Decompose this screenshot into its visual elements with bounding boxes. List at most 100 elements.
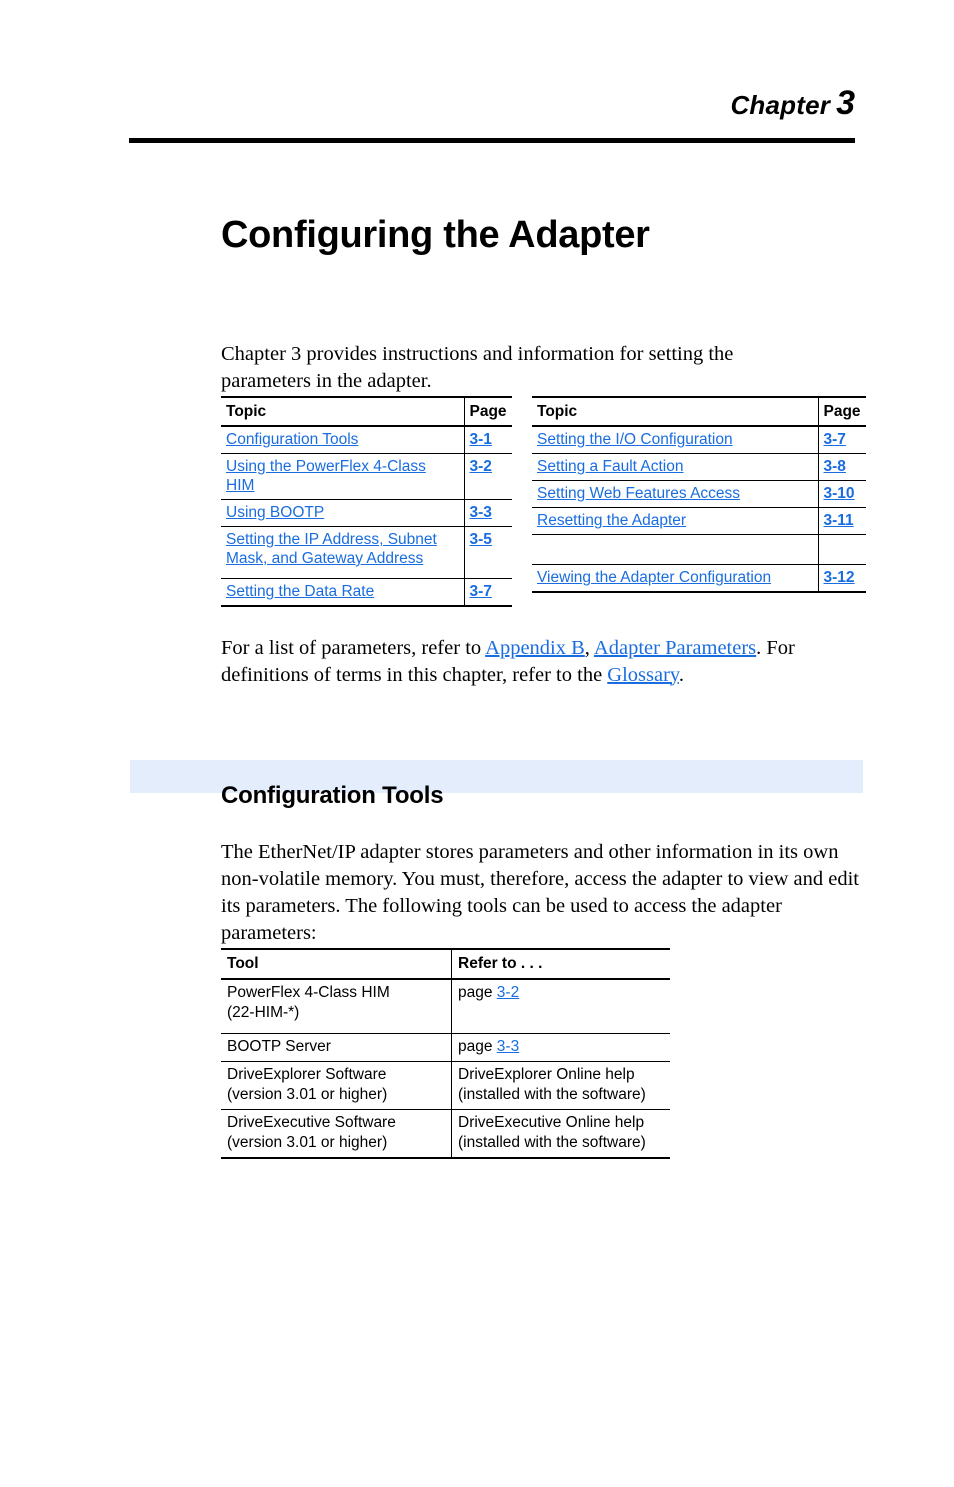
topic-link[interactable]: Resetting the Adapter [537, 512, 686, 529]
intro-paragraph: Chapter 3 provides instructions and info… [221, 342, 734, 392]
table-row: Setting the Data Rate 3-7 [221, 578, 512, 607]
topic-link[interactable]: Setting Web Features Access [537, 485, 740, 502]
table-row: PowerFlex 4-Class HIM (22-HIM-*) page 3-… [221, 979, 670, 1034]
tool-cell: DriveExecutive Software (version 3.01 or… [221, 1109, 452, 1159]
refer-line-1: page 3-3 [458, 1037, 664, 1057]
table-row: DriveExplorer Software (version 3.01 or … [221, 1061, 670, 1110]
topic-cell: Setting the Data Rate [221, 578, 465, 607]
table-row: BOOTP Server page 3-3 [221, 1033, 670, 1062]
table-row: DriveExecutive Software (version 3.01 or… [221, 1109, 670, 1159]
topic-cell: Configuration Tools [221, 426, 465, 454]
xref-comma: , [584, 636, 594, 659]
table-row: Setting Web Features Access 3-10 [532, 480, 866, 508]
column-header-refer-to: Refer to . . . [451, 948, 670, 980]
table-header-row: Topic Page [532, 396, 866, 427]
tools-table: Tool Refer to . . . PowerFlex 4-Class HI… [221, 948, 670, 1159]
page-cell: 3-7 [463, 578, 512, 607]
topic-link[interactable]: Viewing the Adapter Configuration [537, 569, 771, 586]
page-cell: 3-1 [463, 426, 512, 454]
topic-link[interactable]: Setting the I/O Configuration [537, 431, 733, 448]
table-header-row: Topic Page [221, 396, 512, 427]
appendix-b-link[interactable]: Appendix B [485, 637, 585, 659]
table-row: Viewing the Adapter Configuration 3-12 [532, 564, 866, 593]
page-cell: 3-12 [817, 564, 866, 593]
refer-cell: DriveExplorer Online help (installed wit… [451, 1061, 670, 1110]
topic-link[interactable]: Setting the IP Address, Subnet Mask, and… [226, 531, 437, 567]
page-link[interactable]: 3-1 [470, 431, 492, 448]
page-link[interactable]: 3-2 [497, 984, 519, 1001]
topic-cell: Setting the IP Address, Subnet Mask, and… [221, 526, 465, 579]
page-link[interactable]: 3-2 [470, 458, 492, 475]
page-link[interactable]: 3-3 [470, 504, 492, 521]
topic-cell: Using the PowerFlex 4-Class HIM [221, 453, 465, 500]
tool-name: DriveExplorer Software [227, 1066, 387, 1083]
refer-line-1: DriveExplorer Online help [458, 1066, 635, 1083]
topic-cell: Resetting the Adapter [532, 507, 819, 535]
page-cell: 3-2 [463, 453, 512, 500]
column-header-topic: Topic [221, 396, 465, 427]
refer-prefix: page [458, 1038, 497, 1055]
table-row: Setting a Fault Action 3-8 [532, 453, 866, 481]
page-link[interactable]: 3-7 [824, 431, 846, 448]
refer-line-2: (installed with the software) [458, 1086, 646, 1103]
page-link[interactable]: 3-12 [824, 569, 855, 586]
refer-line-2: (installed with the software) [458, 1134, 646, 1151]
topic-cell: Setting Web Features Access [532, 480, 819, 508]
page-title: Configuring the Adapter [221, 214, 650, 257]
topic-table-right: Topic Page Setting the I/O Configuration… [532, 396, 866, 593]
xref-text-3: . [678, 663, 684, 686]
document-page: Chapter 3 Configuring the Adapter Chapter… [0, 0, 954, 1487]
table-row: Using the PowerFlex 4-Class HIM 3-2 [221, 453, 512, 500]
chapter-number: 3 [836, 84, 855, 122]
table-row-empty [532, 534, 866, 565]
page-link[interactable]: 3-11 [824, 512, 854, 529]
refer-line-1: page 3-2 [458, 983, 664, 1003]
chapter-word: Chapter [730, 90, 831, 120]
table-row: Setting the IP Address, Subnet Mask, and… [221, 526, 512, 579]
page-cell: 3-11 [817, 507, 866, 535]
table-row: Resetting the Adapter 3-11 [532, 507, 866, 535]
page-link[interactable]: 3-7 [470, 583, 492, 600]
column-header-tool: Tool [221, 948, 452, 980]
adapter-parameters-link[interactable]: Adapter Parameters [594, 637, 756, 659]
page-link[interactable]: 3-10 [824, 485, 855, 502]
topic-cell: Viewing the Adapter Configuration [532, 564, 819, 593]
topic-cell-empty [532, 534, 819, 565]
page-cell: 3-8 [817, 453, 866, 481]
column-header-topic: Topic [532, 396, 819, 427]
page-cell: 3-3 [463, 499, 512, 527]
page-cell: 3-10 [817, 480, 866, 508]
refer-cell: DriveExecutive Online help (installed wi… [451, 1109, 670, 1159]
refer-prefix: page [458, 984, 497, 1001]
section-paragraph: The EtherNet/IP adapter stores parameter… [221, 840, 859, 944]
topic-link[interactable]: Setting a Fault Action [537, 458, 683, 475]
page-link[interactable]: 3-3 [497, 1038, 519, 1055]
table-row: Configuration Tools 3-1 [221, 426, 512, 454]
column-header-page: Page [463, 396, 512, 427]
tool-cell: PowerFlex 4-Class HIM (22-HIM-*) [221, 979, 452, 1034]
tool-name: DriveExecutive Software [227, 1114, 396, 1131]
glossary-link[interactable]: Glossary [607, 664, 679, 686]
page-cell: 3-5 [463, 526, 512, 579]
tool-detail: (version 3.01 or higher) [227, 1134, 388, 1151]
topic-link[interactable]: Configuration Tools [226, 431, 358, 448]
page-link[interactable]: 3-8 [824, 458, 846, 475]
topic-link[interactable]: Using BOOTP [226, 504, 324, 521]
refer-cell: page 3-2 [451, 979, 670, 1034]
refer-cell: page 3-3 [451, 1033, 670, 1062]
tool-detail: (22-HIM-*) [227, 1004, 300, 1021]
tool-name: PowerFlex 4-Class HIM [227, 984, 390, 1001]
topic-link[interactable]: Setting the Data Rate [226, 583, 374, 600]
chapter-label: Chapter 3 [129, 84, 855, 123]
page-link[interactable]: 3-5 [470, 531, 492, 548]
tool-name: BOOTP Server [227, 1038, 331, 1055]
xref-text-1: For a list of parameters, refer to [221, 636, 486, 659]
topic-cell: Setting a Fault Action [532, 453, 819, 481]
refer-line-1: DriveExecutive Online help [458, 1114, 645, 1131]
table-row: Setting the I/O Configuration 3-7 [532, 426, 866, 454]
topic-link[interactable]: Using the PowerFlex 4-Class HIM [226, 458, 426, 494]
tool-cell: DriveExplorer Software (version 3.01 or … [221, 1061, 452, 1110]
page-cell: 3-7 [817, 426, 866, 454]
column-header-page: Page [817, 396, 866, 427]
tool-cell: BOOTP Server [221, 1033, 452, 1062]
